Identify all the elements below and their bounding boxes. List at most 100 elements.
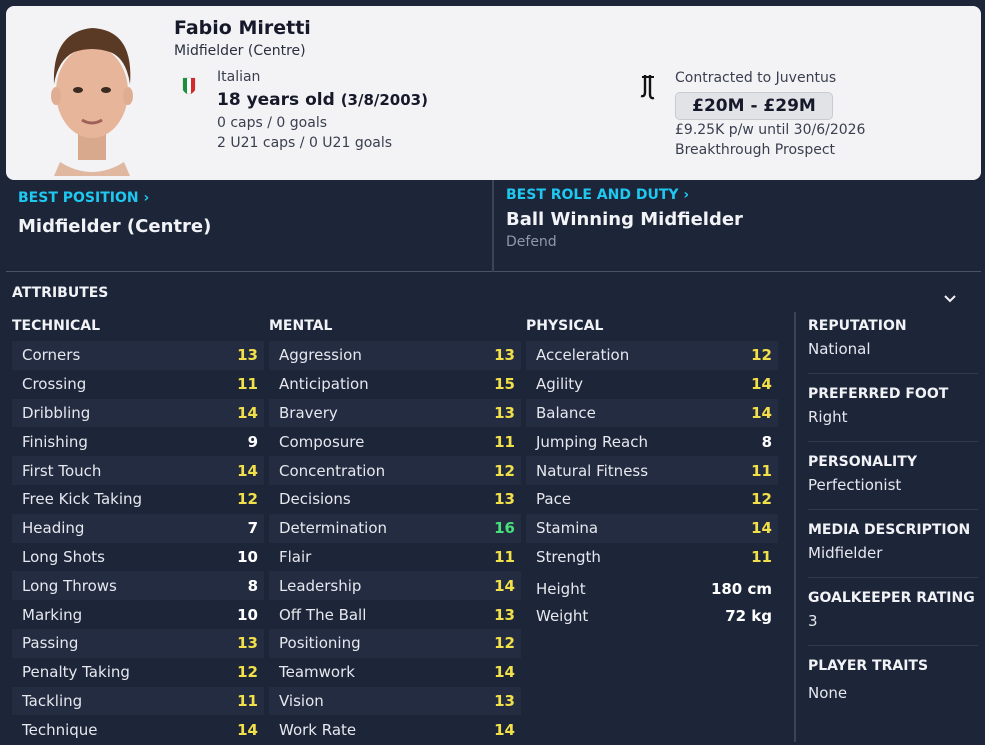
player-info-panel: REPUTATION National PREFERRED FOOT Right…: [794, 312, 978, 742]
attribute-row[interactable]: Decisions 13: [269, 485, 521, 514]
strip-divider: [492, 180, 494, 272]
club-crest-icon: [640, 75, 655, 100]
attribute-row[interactable]: Flair 11: [269, 543, 521, 572]
contract-wage: £9.25K p/w until 30/6/2026: [675, 122, 866, 138]
attribute-value: 8: [247, 576, 258, 595]
attribute-value: 14: [751, 403, 772, 422]
attribute-row[interactable]: Aggression 13: [269, 341, 521, 370]
attribute-label: Composure: [279, 432, 365, 451]
weight-value: 72 kg: [725, 607, 772, 625]
attribute-row[interactable]: Agility 14: [526, 370, 778, 399]
attribute-value: 8: [761, 432, 772, 451]
attribute-value: 16: [494, 519, 515, 538]
attribute-row[interactable]: Acceleration 12: [526, 341, 778, 370]
attribute-value: 12: [494, 461, 515, 480]
attribute-row[interactable]: Long Shots 10: [12, 543, 264, 572]
attribute-label: Strength: [536, 547, 601, 566]
attribute-value: 14: [751, 519, 772, 538]
attribute-row[interactable]: Concentration 12: [269, 456, 521, 485]
attribute-row[interactable]: First Touch 14: [12, 456, 264, 485]
attribute-row[interactable]: Tackling 11: [12, 686, 264, 716]
player-photo: [30, 12, 154, 176]
attribute-value: 14: [237, 720, 258, 739]
attribute-row[interactable]: Leadership 14: [269, 571, 521, 601]
attribute-row[interactable]: Off The Ball 13: [269, 600, 521, 629]
attribute-label: Natural Fitness: [536, 461, 649, 480]
attribute-label: Off The Ball: [279, 605, 367, 624]
attribute-label: Penalty Taking: [22, 663, 130, 682]
physical-attributes-list: Acceleration 12 Agility 14 Balance 14 Jumping …: [526, 341, 778, 571]
attribute-row[interactable]: Strength 11: [526, 543, 778, 572]
attribute-value: 13: [494, 346, 515, 365]
attribute-row[interactable]: Long Throws 8: [12, 571, 264, 601]
divider: [808, 441, 978, 442]
preferred-foot-value: Right: [808, 408, 848, 426]
attribute-row[interactable]: Corners 13: [12, 341, 264, 370]
attribute-row[interactable]: Crossing 11: [12, 370, 264, 399]
personality-value: Perfectionist: [808, 476, 902, 494]
media-description-label: MEDIA DESCRIPTION: [808, 522, 971, 538]
transfer-value[interactable]: £20M - £29M: [675, 92, 833, 120]
attribute-label: Determination: [279, 519, 388, 538]
technical-attributes-list: Corners 13 Crossing 11 Dribbling 14 Finishing 9…: [12, 341, 264, 744]
attribute-label: Acceleration: [536, 346, 630, 365]
attribute-row[interactable]: Stamina 14: [526, 513, 778, 543]
attribute-row[interactable]: Vision 13: [269, 686, 521, 716]
attribute-value: 11: [237, 691, 258, 710]
chevron-down-icon[interactable]: [942, 292, 958, 304]
attribute-row[interactable]: Jumping Reach 8: [526, 427, 778, 456]
attribute-row[interactable]: Finishing 9: [12, 427, 264, 456]
attribute-row[interactable]: Pace 12: [526, 485, 778, 514]
attribute-row[interactable]: Heading 7: [12, 513, 264, 543]
best-role-title: BEST ROLE AND DUTY: [506, 187, 679, 203]
divider: [808, 645, 978, 646]
attribute-row[interactable]: Work Rate 14: [269, 715, 521, 744]
height-row: Height 180 cm: [526, 580, 778, 598]
attribute-row[interactable]: Bravery 13: [269, 398, 521, 428]
attribute-row[interactable]: Passing 13: [12, 628, 264, 658]
mental-title: MENTAL: [269, 318, 333, 334]
attribute-label: Long Throws: [22, 576, 117, 595]
attribute-value: 13: [494, 403, 515, 422]
preferred-foot-label: PREFERRED FOOT: [808, 386, 949, 402]
height-label: Height: [536, 580, 586, 598]
u21-caps: 2 U21 caps / 0 U21 goals: [217, 135, 393, 151]
best-position-value: Midfielder (Centre): [18, 216, 212, 237]
attribute-value: 14: [751, 375, 772, 394]
attribute-row[interactable]: Technique 14: [12, 715, 264, 744]
attribute-value: 10: [237, 605, 258, 624]
attribute-row[interactable]: Balance 14: [526, 398, 778, 428]
attribute-label: Passing: [22, 634, 79, 653]
attribute-row[interactable]: Free Kick Taking 12: [12, 485, 264, 514]
attribute-row[interactable]: Marking 10: [12, 600, 264, 629]
attribute-label: Corners: [22, 346, 81, 365]
attribute-row[interactable]: Composure 11: [269, 427, 521, 456]
attribute-row[interactable]: Natural Fitness 11: [526, 456, 778, 485]
preferred-foot-block: PREFERRED FOOT Right: [808, 386, 976, 426]
attribute-value: 11: [494, 547, 515, 566]
attribute-label: Concentration: [279, 461, 386, 480]
attribute-row[interactable]: Penalty Taking 12: [12, 658, 264, 687]
attribute-value: 13: [237, 346, 258, 365]
weight-label: Weight: [536, 607, 589, 625]
media-description-block: MEDIA DESCRIPTION Midfielder: [808, 522, 976, 562]
attribute-label: Teamwork: [279, 663, 355, 682]
best-position-link[interactable]: BEST POSITION ›: [18, 190, 149, 206]
best-role-link[interactable]: BEST ROLE AND DUTY ›: [506, 187, 689, 203]
attribute-row[interactable]: Teamwork 14: [269, 658, 521, 687]
attribute-label: Anticipation: [279, 375, 369, 394]
divider: [808, 509, 978, 510]
attribute-label: Agility: [536, 375, 584, 394]
attribute-label: Jumping Reach: [536, 432, 648, 451]
attribute-row[interactable]: Anticipation 15: [269, 370, 521, 399]
attribute-label: Finishing: [22, 432, 88, 451]
attribute-label: Pace: [536, 490, 572, 509]
divider: [808, 577, 978, 578]
attribute-value: 12: [237, 663, 258, 682]
attribute-label: Decisions: [279, 490, 351, 509]
attribute-row[interactable]: Positioning 12: [269, 628, 521, 658]
attribute-value: 13: [494, 605, 515, 624]
attribute-row[interactable]: Determination 16: [269, 513, 521, 543]
attribute-row[interactable]: Dribbling 14: [12, 398, 264, 428]
attribute-label: Heading: [22, 519, 85, 538]
